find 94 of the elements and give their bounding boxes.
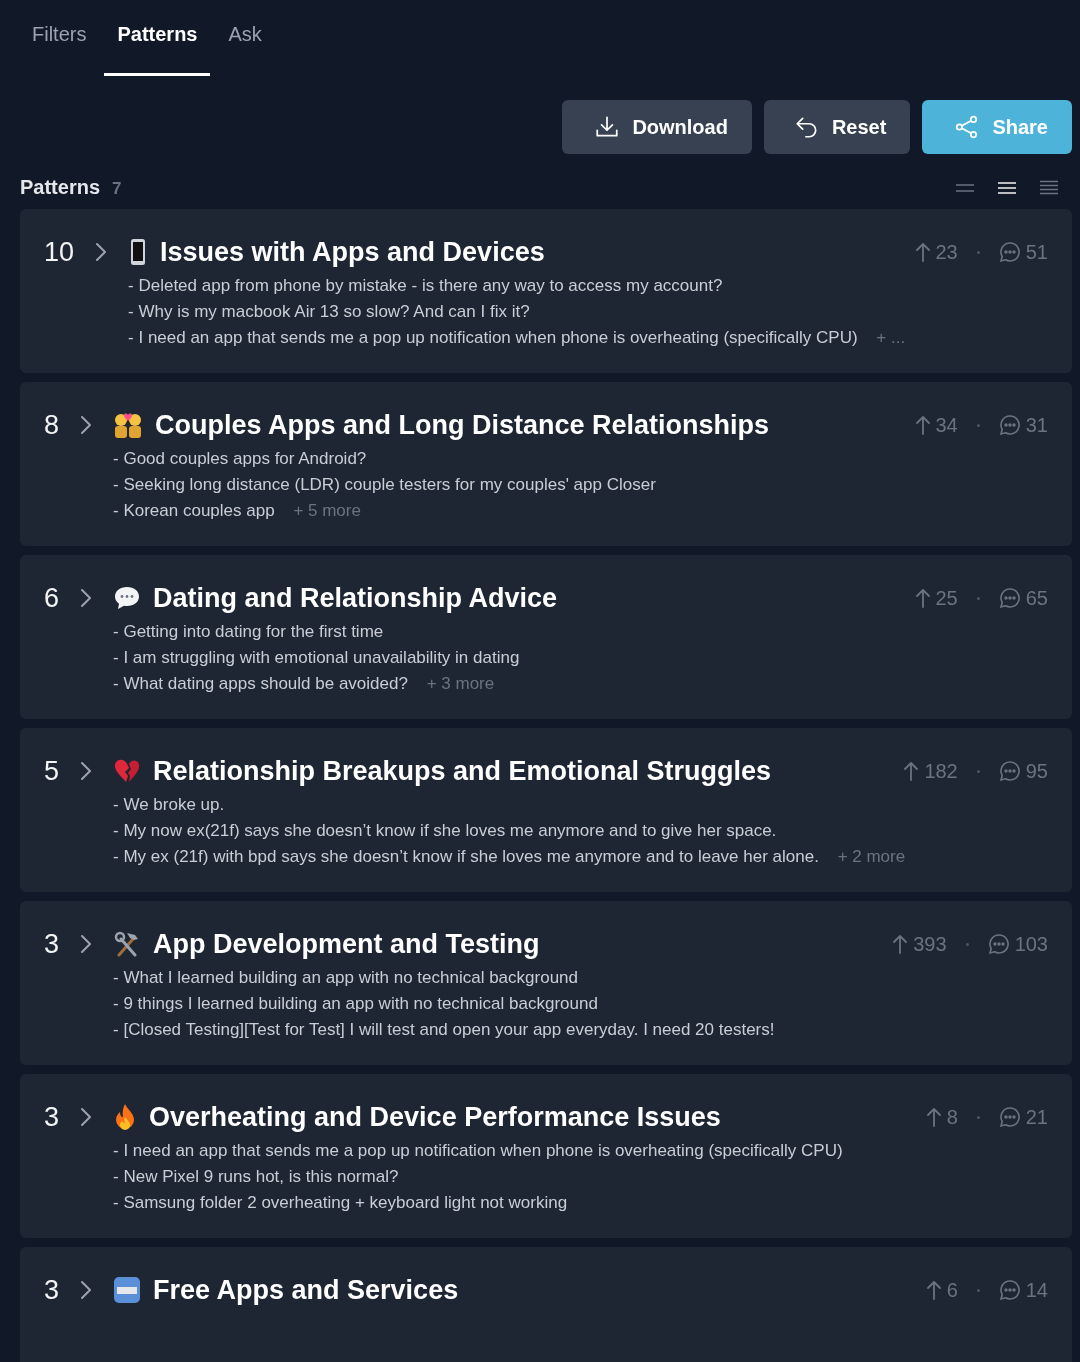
download-button[interactable]: Download [562,100,752,154]
up-arrow-icon [914,241,931,263]
chevron-right-icon[interactable] [79,932,94,956]
pattern-rank: 3 [44,1101,60,1133]
pattern-title: Relationship Breakups and Emotional Struggles [153,755,772,787]
post-title[interactable]: - My now ex(21f) says she doesn’t know if she loves me anymore and to give her space. [113,821,777,840]
comment-icon [998,414,1021,436]
pattern-title: Couples Apps and Long Distance Relationships [155,409,770,441]
chevron-right-icon[interactable] [79,586,94,610]
post-title[interactable]: - What dating apps should be avoided? [113,674,408,693]
separator-dot [965,942,969,946]
tab[interactable]: Filters [14,0,105,76]
pattern-card[interactable] [20,728,1072,892]
comment-count: 95 [1025,759,1048,783]
post-title[interactable]: - Why is my macbook Air 13 so slow? And can I fix it? [128,302,530,321]
broken-heart-icon [113,758,142,784]
pattern-count: 7 [112,179,122,199]
chevron-right-icon[interactable] [94,240,109,264]
chevron-right-icon[interactable] [79,759,94,783]
upvote-count: 6 [946,1278,958,1302]
download-icon [594,114,621,140]
pattern-title: Dating and Relationship Advice [153,582,558,614]
lines-icon [1039,179,1059,196]
up-arrow-icon [892,933,909,955]
post-title[interactable]: - We broke up. [113,795,225,814]
comment-count: 103 [1014,932,1048,956]
reset-button[interactable]: Reset [763,100,911,154]
upvote-count: 23 [935,240,958,264]
comment-icon [998,241,1021,263]
comment-icon [998,1106,1021,1128]
pattern-card[interactable]: 6 Dating and Relationship Advice 25 65 - Getting into dating for the first time - I am struggling with emotional unavailability in dating - What dating apps should be avoided? + 3 more [20,555,1072,719]
pattern-rank: 3 [44,1274,60,1306]
pattern-rank: 8 [44,409,60,441]
comment-count: 51 [1025,240,1048,264]
chevron-right-icon[interactable] [79,1278,94,1302]
comment-count: 31 [1025,413,1048,437]
lines-icon [997,179,1017,196]
comment-icon [987,933,1010,955]
post-title[interactable]: - My ex (21f) with bpd says she doesn’t know if she loves me anymore and to leave her alone. [113,847,819,866]
pattern-card[interactable] [20,1074,1072,1238]
upvote-count: 393 [913,932,947,956]
pattern-rank: 3 [44,928,60,960]
pattern-card[interactable]: 3 Free Apps and Services 6 14 [20,1247,1072,1362]
post-title[interactable]: - Seeking long distance (LDR) couple testers for my couples' app Closer [113,475,656,494]
up-arrow-icon [914,414,931,436]
post-title[interactable]: - Good couples apps for Android? [113,449,367,468]
speech-bubble-icon [113,585,142,611]
post-title[interactable]: - Deleted app from phone by mistake - is there any way to access my account? [128,276,723,295]
pattern-card[interactable] [20,209,1072,373]
upvote-count: 34 [935,413,958,437]
post-title[interactable]: - Getting into dating for the first time [113,622,384,641]
upvote-count: 25 [935,586,958,610]
pattern-title: Free Apps and Services [153,1274,459,1306]
post-title[interactable]: - I need an app that sends me a pop up notification when phone is overheating (specifically CPU) [113,1141,843,1160]
comment-icon [998,760,1021,782]
pattern-rank: 10 [44,236,75,268]
post-title[interactable]: - Samsung folder 2 overheating + keyboard light not working [113,1193,568,1212]
chevron-right-icon[interactable] [79,1105,94,1129]
comment-icon [998,587,1021,609]
upvote-count: 182 [924,759,958,783]
separator-dot [976,423,980,427]
separator-dot [976,1115,980,1119]
pattern-title: App Development and Testing [153,928,540,960]
up-arrow-icon [925,1106,942,1128]
comment-icon [998,1279,1021,1301]
pattern-card[interactable]: 8 Couples Apps and Long Distance Relationships 34 31 - Good couples apps for Android? - Seeking long distance (LDR) couple testers for my couples' app Closer - Korean couples app + 5 more [20,382,1072,546]
post-title[interactable]: - What I learned building an app with no technical background [113,968,578,987]
separator-dot [976,250,980,254]
upvote-count: 8 [946,1105,958,1129]
up-arrow-icon [925,1279,942,1301]
pattern-title: Overheating and Device Performance Issues [149,1101,721,1133]
tab[interactable]: Patterns [104,0,211,76]
post-title[interactable]: - I need an app that sends me a pop up notification when phone is overheating (specifically CPU) [128,328,858,347]
couple-icon [113,411,144,439]
up-arrow-icon [914,587,931,609]
separator-dot [976,596,980,600]
comment-count: 14 [1025,1278,1048,1302]
section-title: Patterns [20,176,101,199]
separator-dot [976,769,980,773]
up-arrow-icon [903,760,920,782]
pattern-card[interactable] [20,901,1072,1065]
chevron-right-icon[interactable] [79,413,94,437]
comment-count: 65 [1025,586,1048,610]
post-title[interactable]: - New Pixel 9 runs hot, is this normal? [113,1167,399,1186]
comment-count: 21 [1025,1105,1048,1129]
separator-dot [976,1288,980,1292]
pattern-title: Issues with Apps and Devices [160,236,545,268]
tab[interactable]: Ask [210,0,280,76]
pattern-rank: 6 [44,582,60,614]
post-title[interactable]: - 9 things I learned building an app with no technical background [113,994,598,1013]
pattern-rank: 5 [44,755,60,787]
post-title[interactable]: - I am struggling with emotional unavailability in dating [113,648,520,667]
post-title[interactable]: - [Closed Testing][Test for Test] I will test and open your app everyday. I need 20 testers! [113,1020,775,1039]
post-title[interactable]: - Korean couples app [113,501,275,520]
